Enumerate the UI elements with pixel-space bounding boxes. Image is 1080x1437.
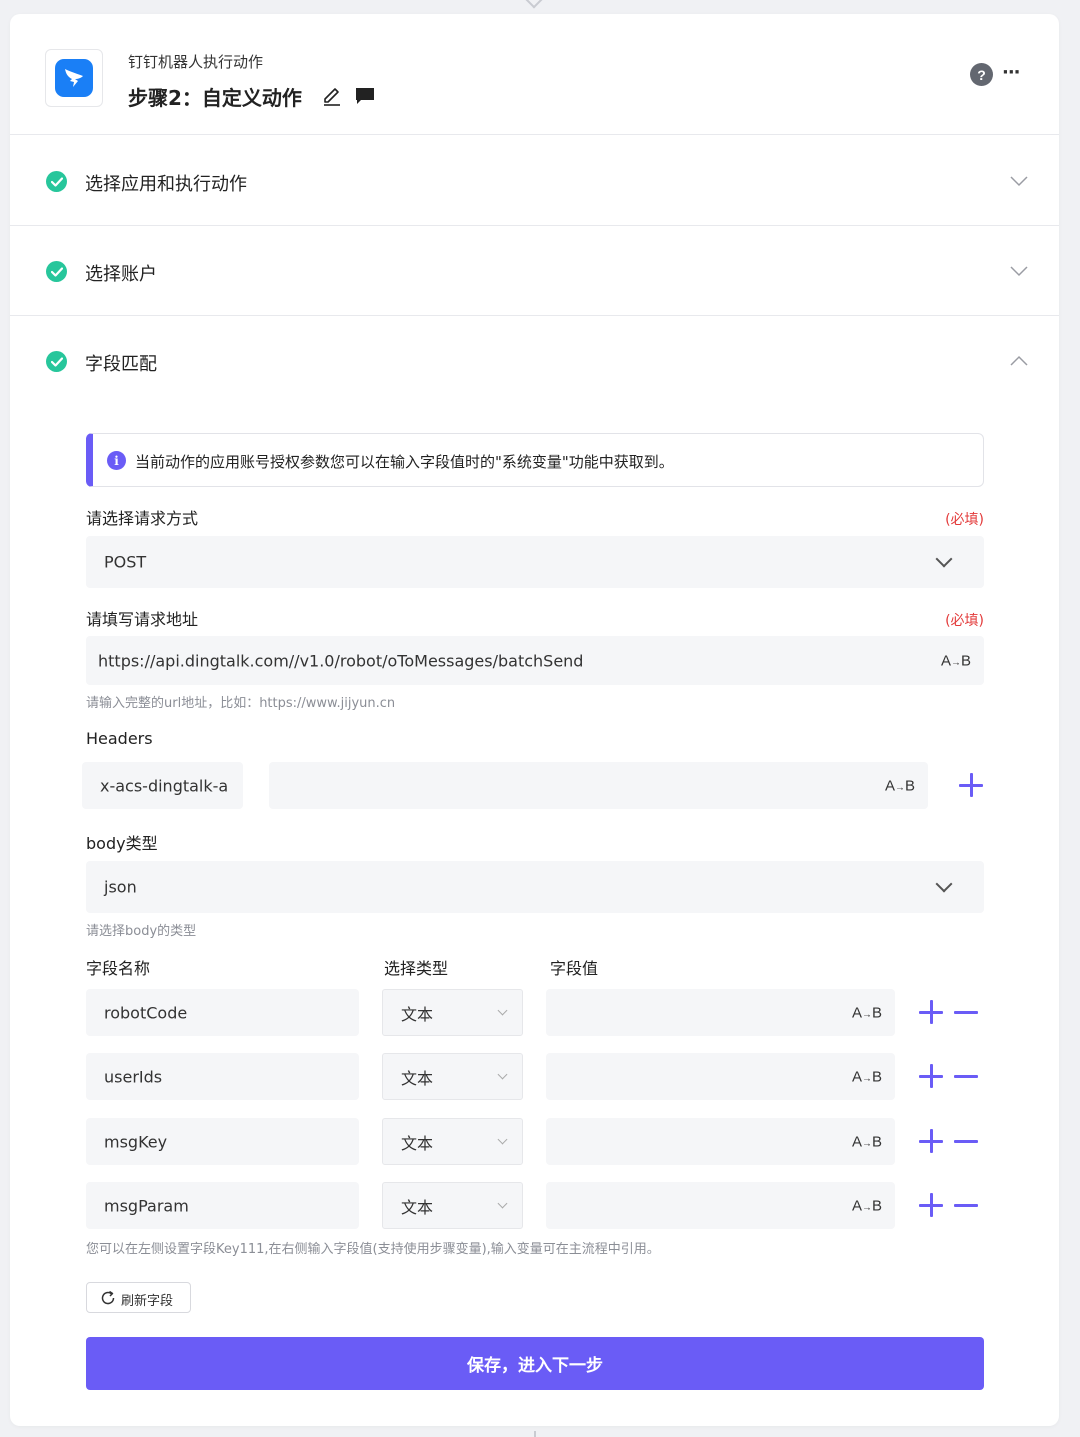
comment-icon[interactable] <box>355 87 375 105</box>
field-name-value: userIds <box>104 1067 163 1086</box>
body-type-label: body类型 <box>86 834 158 853</box>
more-options-icon[interactable]: ··· <box>1002 64 1020 82</box>
add-row-icon[interactable] <box>919 1129 943 1153</box>
info-notice: i 当前动作的应用账号授权参数您可以在输入字段值时的"系统变量"功能中获取到。 <box>86 433 984 487</box>
chevron-down-icon <box>935 550 953 568</box>
field-name-value: msgParam <box>104 1196 189 1215</box>
edit-icon[interactable] <box>321 84 343 106</box>
body-type-select[interactable]: json <box>86 861 984 913</box>
field-name-value: robotCode <box>104 1003 188 1022</box>
field-name-value: msgKey <box>104 1132 168 1151</box>
step-title: 步骤2：自定义动作 <box>128 86 302 110</box>
add-row-icon[interactable] <box>919 1000 943 1024</box>
section-select-account[interactable]: 选择账户 <box>10 226 1059 316</box>
field-value-input[interactable]: A→B <box>546 1182 895 1229</box>
required-mark: (必填) <box>945 512 984 528</box>
dingtalk-logo <box>45 49 103 107</box>
chevron-down-icon <box>935 875 953 893</box>
app-action-name: 钉钉机器人执行动作 <box>128 53 264 71</box>
section-field-mapping[interactable]: 字段匹配 <box>10 316 1059 406</box>
field-name-input[interactable]: userIds <box>86 1053 359 1100</box>
refresh-icon <box>101 1290 115 1305</box>
request-method-select[interactable]: POST <box>86 536 984 588</box>
field-type-value: 文本 <box>401 1068 434 1088</box>
step-card: 钉钉机器人执行动作 步骤2：自定义动作 ? ··· 选择应用和执行动作 选择账户… <box>10 14 1059 1426</box>
field-type-select[interactable]: 文本 <box>382 1182 523 1229</box>
section-select-app-action[interactable]: 选择应用和执行动作 <box>10 136 1059 226</box>
info-text: 当前动作的应用账号授权参数您可以在输入字段值时的"系统变量"功能中获取到。 <box>135 453 674 471</box>
remove-row-icon[interactable] <box>954 1064 978 1088</box>
section-title: 选择账户 <box>85 264 157 285</box>
refresh-fields-button[interactable]: 刷新字段 <box>86 1282 191 1313</box>
headers-label: Headers <box>86 729 153 748</box>
field-type-select[interactable]: 文本 <box>382 989 523 1036</box>
field-type-value: 文本 <box>401 1197 434 1217</box>
check-icon <box>46 171 67 192</box>
step-header: 钉钉机器人执行动作 步骤2：自定义动作 ? ··· <box>10 14 1059 135</box>
remove-row-icon[interactable] <box>954 1193 978 1217</box>
field-type-select[interactable]: 文本 <box>382 1053 523 1100</box>
chevron-down-icon <box>497 1069 508 1079</box>
dingtalk-bird-icon <box>65 69 83 87</box>
request-url-value: https://api.dingtalk.com//v1.0/robot/oTo… <box>98 651 584 670</box>
col-header-select-type: 选择类型 <box>384 959 449 978</box>
header-key-value: x-acs-dingtalk-a <box>100 776 229 795</box>
field-name-input[interactable]: msgKey <box>86 1118 359 1165</box>
request-method-value: POST <box>104 552 147 572</box>
field-type-value: 文本 <box>401 1133 434 1153</box>
help-icon[interactable]: ? <box>970 63 993 86</box>
request-method-label: 请选择请求方式 <box>86 509 199 528</box>
save-next-button[interactable]: 保存，进入下一步 <box>86 1337 984 1390</box>
field-type-select[interactable]: 文本 <box>382 1118 523 1165</box>
flow-connector-arrow <box>525 0 543 9</box>
col-header-field-name: 字段名称 <box>86 959 151 978</box>
required-mark: (必填) <box>945 613 984 629</box>
field-value-input[interactable]: A→B <box>546 1118 895 1165</box>
fields-table-hint: 您可以在左侧设置字段Key111,在右侧输入字段值(支持使用步骤变量),输入变量… <box>86 1242 660 1257</box>
request-url-input[interactable]: https://api.dingtalk.com//v1.0/robot/oTo… <box>86 636 984 685</box>
add-header-icon[interactable] <box>959 773 983 797</box>
add-row-icon[interactable] <box>919 1064 943 1088</box>
section-title: 选择应用和执行动作 <box>85 174 247 195</box>
variable-insert-button[interactable]: A→B <box>852 1133 882 1150</box>
header-key-input[interactable]: x-acs-dingtalk-a <box>82 762 243 809</box>
request-url-hint: 请输入完整的url地址，比如：https://www.jijyun.cn <box>86 696 396 711</box>
refresh-fields-label: 刷新字段 <box>121 1294 174 1309</box>
request-url-label: 请填写请求地址 <box>86 610 199 629</box>
variable-insert-button[interactable]: A→B <box>885 777 915 794</box>
body-type-hint: 请选择body的类型 <box>86 924 197 939</box>
chevron-down-icon[interactable] <box>1009 171 1029 191</box>
chevron-up-icon[interactable] <box>1009 351 1029 371</box>
remove-row-icon[interactable] <box>954 1000 978 1024</box>
field-value-input[interactable]: A→B <box>546 1053 895 1100</box>
flow-connector-line <box>534 1431 536 1437</box>
field-name-input[interactable]: msgParam <box>86 1182 359 1229</box>
header-value-input[interactable]: A→B <box>269 762 928 809</box>
remove-row-icon[interactable] <box>954 1129 978 1153</box>
section-title: 字段匹配 <box>85 354 157 375</box>
col-header-field-value: 字段值 <box>550 959 599 978</box>
variable-insert-button[interactable]: A→B <box>852 1004 882 1021</box>
variable-insert-button[interactable]: A→B <box>941 652 971 669</box>
field-type-value: 文本 <box>401 1004 434 1024</box>
add-row-icon[interactable] <box>919 1193 943 1217</box>
chevron-down-icon <box>497 1198 508 1208</box>
field-value-input[interactable]: A→B <box>546 989 895 1036</box>
field-name-input[interactable]: robotCode <box>86 989 359 1036</box>
info-icon: i <box>107 451 126 470</box>
variable-insert-button[interactable]: A→B <box>852 1068 882 1085</box>
body-type-value: json <box>104 877 137 897</box>
chevron-down-icon <box>497 1005 508 1015</box>
variable-insert-button[interactable]: A→B <box>852 1197 882 1214</box>
chevron-down-icon[interactable] <box>1009 261 1029 281</box>
chevron-down-icon <box>497 1134 508 1144</box>
check-icon <box>46 351 67 372</box>
check-icon <box>46 261 67 282</box>
